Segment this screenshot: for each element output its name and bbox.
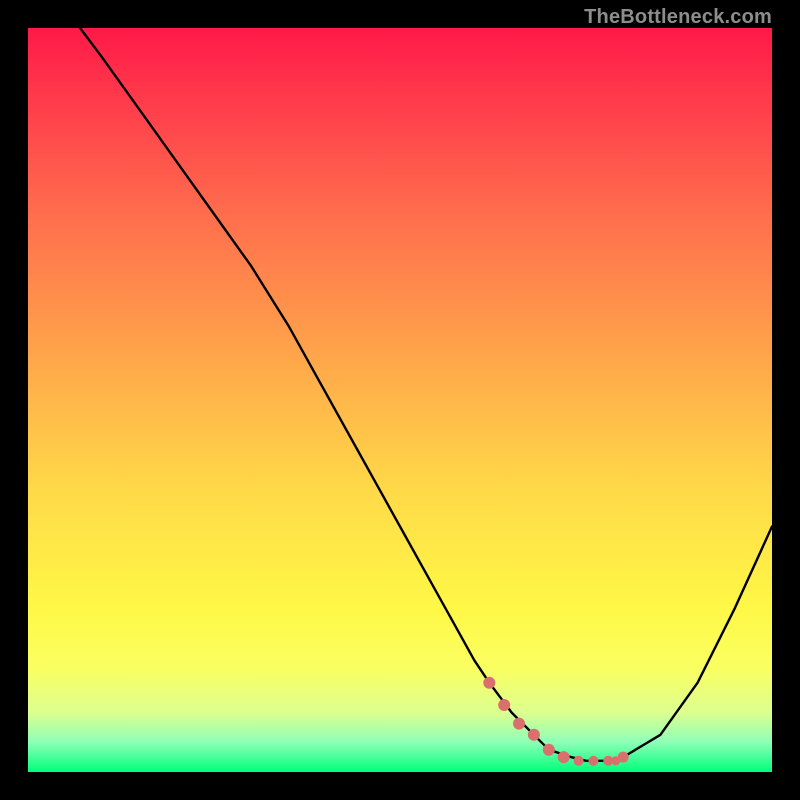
bottleneck-curve <box>80 28 772 761</box>
optimal-range-marker <box>618 752 629 763</box>
optimal-range-marker <box>528 729 540 741</box>
watermark-label: TheBottleneck.com <box>584 6 772 29</box>
optimal-range-marker <box>574 756 584 766</box>
optimal-range-marker <box>558 751 570 763</box>
optimal-range-marker <box>513 718 525 730</box>
optimal-range-marker <box>543 744 555 756</box>
optimal-range-marker <box>588 756 598 766</box>
chart-svg <box>28 28 772 772</box>
optimal-range-marker <box>483 677 495 689</box>
optimal-range-marker <box>498 699 510 711</box>
